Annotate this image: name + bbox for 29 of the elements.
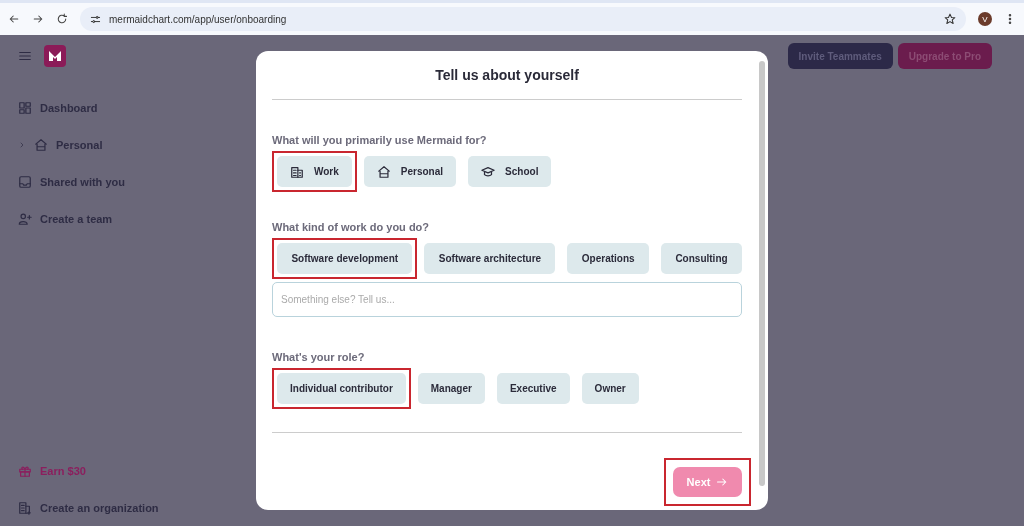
- site-settings-icon: [90, 13, 101, 25]
- input-field[interactable]: Something else? Tell us...: [272, 282, 742, 317]
- option-button[interactable]: Individual contributor: [272, 368, 411, 409]
- building-icon: [290, 164, 304, 179]
- logo[interactable]: [44, 45, 66, 67]
- option-button[interactable]: Software development: [272, 238, 418, 279]
- address-bar[interactable]: mermaidchart.com/app/user/onboarding: [80, 7, 966, 31]
- question-label: What's your role?: [272, 351, 366, 363]
- arrow-right-icon: [716, 476, 729, 488]
- inbox-icon: [18, 174, 32, 189]
- dashboard-icon: [18, 100, 32, 115]
- reload-icon: [56, 13, 68, 25]
- logo-mark-icon: [47, 48, 63, 64]
- menu-icon: [18, 49, 32, 63]
- building-icon: [18, 500, 32, 515]
- add-user-icon: [18, 211, 32, 226]
- dialog-title: Tell us about yourself: [272, 67, 742, 100]
- house-icon: [376, 164, 391, 179]
- url-text: mermaidchart.com/app/user/onboarding: [109, 13, 288, 25]
- question-label: What will you primarily use Mermaid for?: [272, 134, 488, 146]
- profile-avatar[interactable]: V: [978, 12, 992, 26]
- graduation-cap-icon: [481, 164, 496, 179]
- star-icon: [944, 13, 956, 25]
- back-icon: [8, 13, 20, 25]
- option-button[interactable]: Work: [272, 151, 357, 192]
- forward-icon: [32, 13, 44, 25]
- question-label: What kind of work do you do?: [272, 221, 431, 233]
- scrollbar[interactable]: [759, 61, 765, 486]
- house-icon: [34, 137, 48, 152]
